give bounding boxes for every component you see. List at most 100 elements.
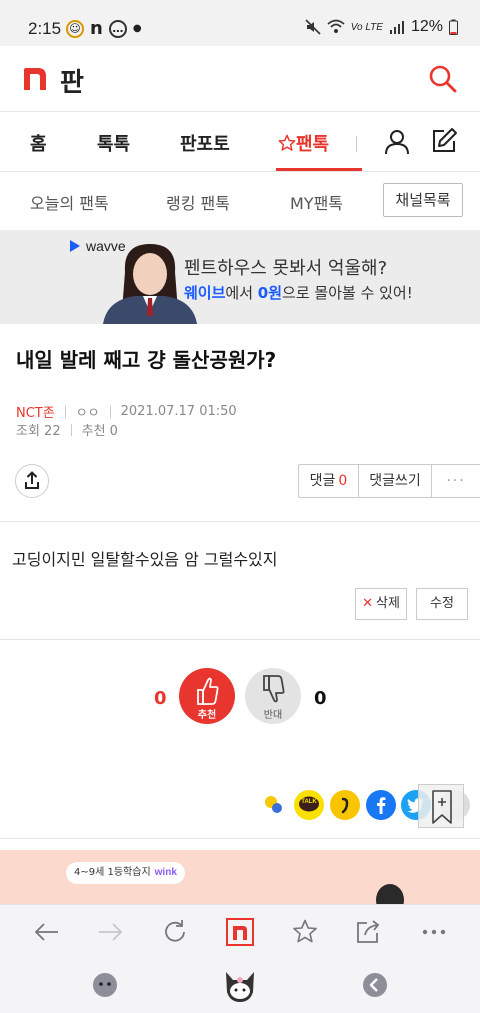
section-divider [0, 521, 480, 522]
nav-item-fantalk-label: 팬톡 [296, 134, 330, 155]
kakao-page-icon [341, 797, 349, 814]
comment-button-group: 댓글 0 댓글쓰기 ··· [298, 464, 480, 498]
user-icon[interactable] [384, 129, 410, 155]
nav-item-home[interactable]: 홈 [30, 130, 47, 156]
edit-button[interactable]: 수정 [416, 588, 468, 620]
delete-label: 삭제 [375, 596, 400, 611]
battery-percent: 12% [410, 18, 443, 35]
banner-headline: 펜트하우스 못봐서 억울해? [184, 258, 388, 279]
more-options-button[interactable]: ··· [432, 465, 480, 497]
ad-person-photo [376, 884, 404, 906]
subnav-my-fantalk[interactable]: MY팬톡 [290, 190, 343, 214]
post-likes: 추천 0 [81, 424, 118, 439]
network-type: Vo LTE [350, 21, 383, 33]
more-menu-icon[interactable] [420, 918, 448, 946]
comments-label: 댓글 [309, 473, 336, 489]
main-nav: 홈 톡톡 판포토 팬톡 [0, 112, 480, 172]
downvote-label: 반대 [263, 710, 283, 721]
upvote-label: 추천 [197, 710, 217, 721]
active-tab-indicator [276, 168, 362, 171]
status-bar: 2:15 ☺ n … ● Vo LTE 12% [0, 0, 480, 46]
channel-list-button[interactable]: 채널목록 [383, 183, 463, 217]
mute-icon [305, 19, 321, 35]
section-divider [0, 838, 480, 839]
downvote-count: 0 [314, 688, 327, 709]
site-logo-text[interactable]: 판 [60, 62, 84, 99]
post-meta-stats: 조회 22 추천 0 [16, 420, 118, 439]
post-author-nickname: ㅇㅇ [75, 406, 100, 421]
post-meta-author: NCT존 ㅇㅇ 2021.07.17 01:50 [16, 402, 237, 421]
share-icon [25, 471, 39, 489]
wifi-icon [327, 19, 345, 33]
post-body: 고딩이지민 일탈할수있음 암 그럴수있지 [12, 550, 278, 569]
subnav-today-fantalk[interactable]: 오늘의 팬톡 [30, 190, 109, 214]
meta-separator [109, 405, 111, 418]
banner-text-mid: 에서 [225, 284, 258, 302]
system-status: Vo LTE 12% [305, 18, 458, 36]
notification-icons: ☺ n … ● [66, 18, 142, 39]
post-title: 내일 발레 째고 걍 돌산공원가? [16, 348, 277, 372]
subnav-ranking-fantalk[interactable]: 랭킹 팬톡 [166, 190, 230, 214]
star-outline-icon [278, 134, 296, 151]
comments-button[interactable]: 댓글 0 [299, 465, 359, 497]
naver-n-logo-icon[interactable] [22, 66, 48, 92]
wink-ad-badge: 4~9세 1등학습지 wink [66, 862, 185, 884]
bookmark-add-icon [432, 790, 452, 824]
wink-ad-banner[interactable]: 4~9세 1등학습지 wink [0, 850, 480, 906]
recent-apps-button-icon[interactable] [91, 971, 119, 999]
nav-item-toktok[interactable]: 톡톡 [97, 130, 130, 156]
kakao-talk-icon [299, 796, 319, 812]
naver-notification-icon: n [90, 18, 103, 39]
kakao-story-share-button[interactable] [259, 790, 289, 820]
banner-text-post: 으로 몰아볼 수 있어! [282, 284, 413, 302]
status-time: 2:15 [28, 19, 62, 38]
wink-ad-text: 4~9세 1등학습지 [74, 867, 151, 878]
delete-button[interactable]: ✕ 삭제 [355, 588, 407, 620]
wavve-play-icon [70, 240, 80, 252]
search-icon[interactable] [428, 64, 458, 94]
post-datetime: 2021.07.17 01:50 [120, 404, 237, 419]
wavve-ad-banner[interactable]: wavve 펜트하우스 못봐서 억울해? 웨이브에서 0원으로 몰아볼 수 있어… [0, 230, 480, 324]
meta-separator [70, 423, 72, 436]
banner-brand-highlight: 웨이브 [184, 284, 226, 302]
post-channel-link[interactable]: NCT존 [16, 402, 55, 421]
write-comment-button[interactable]: 댓글쓰기 [359, 465, 432, 497]
nav-separator [356, 136, 357, 152]
meta-separator [64, 405, 66, 418]
wink-brand: wink [154, 867, 177, 878]
nav-item-fantalk[interactable]: 팬톡 [278, 130, 329, 156]
post-views: 조회 22 [16, 424, 61, 439]
sub-nav: 오늘의 팬톡 랭킹 팬톡 MY팬톡 채널목록 [0, 172, 480, 230]
nav-item-panphoto[interactable]: 판포토 [180, 130, 230, 156]
section-divider [0, 639, 480, 640]
home-button-icon[interactable] [220, 966, 260, 1006]
back-button-icon[interactable] [361, 971, 389, 999]
refresh-icon[interactable] [161, 918, 189, 946]
delete-x-icon: ✕ [362, 596, 373, 611]
back-arrow-icon[interactable] [32, 918, 60, 946]
chat-notification-icon: … [108, 19, 127, 38]
kakao-talk-share-button[interactable]: TALK [294, 790, 324, 820]
kakao-story-icon [265, 796, 282, 813]
thumbs-down-icon [263, 675, 285, 703]
kakao-talk-label: TALK [301, 799, 317, 805]
star-bookmark-icon[interactable] [291, 918, 319, 946]
upvote-count: 0 [154, 688, 167, 709]
naver-home-icon[interactable] [226, 918, 254, 946]
upvote-button[interactable]: 추천 [179, 668, 235, 724]
share-button[interactable] [15, 464, 49, 498]
emoji-notification-icon: ☺ [66, 19, 84, 38]
kakao-page-share-button[interactable] [330, 790, 360, 820]
downvote-button[interactable]: 반대 [245, 668, 301, 724]
banner-price-highlight: 0원 [257, 284, 283, 302]
comments-count: 0 [338, 473, 348, 489]
bookmark-floating-button[interactable] [418, 784, 464, 828]
system-navigation-bar [0, 958, 480, 1013]
forward-arrow-icon[interactable] [97, 918, 125, 946]
write-icon[interactable] [430, 127, 458, 155]
browser-toolbar [0, 904, 480, 958]
facebook-share-button[interactable] [366, 790, 396, 820]
facebook-icon [377, 797, 386, 814]
thumbs-up-icon [197, 677, 219, 705]
share-page-icon[interactable] [354, 918, 382, 946]
